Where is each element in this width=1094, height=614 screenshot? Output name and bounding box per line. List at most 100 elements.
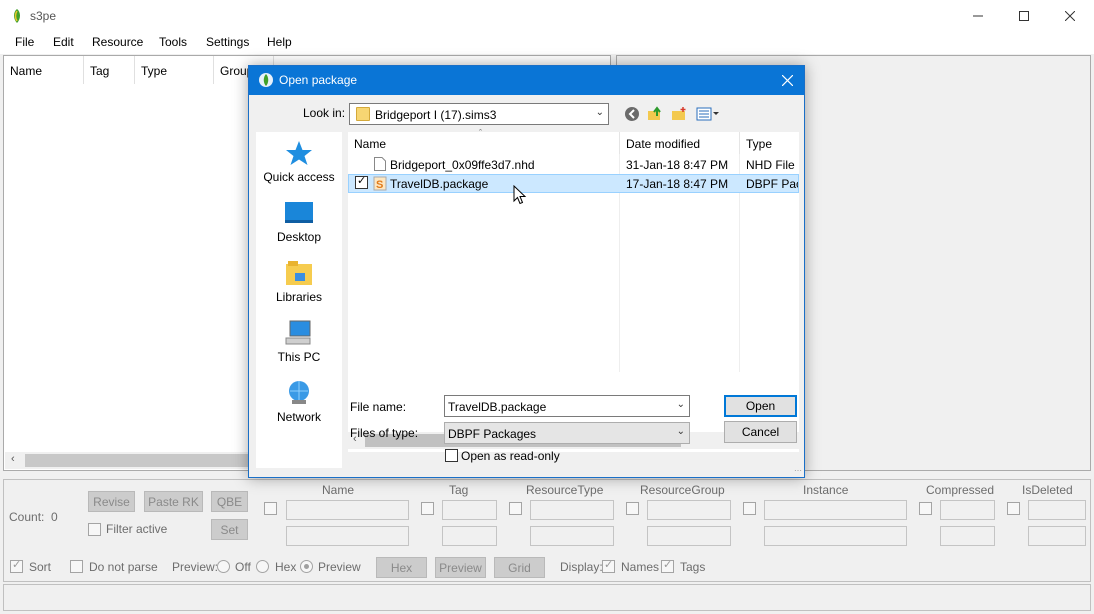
- compressed-value-input[interactable]: [940, 526, 995, 546]
- instance-filter-checkbox[interactable]: [743, 502, 756, 515]
- hex-button[interactable]: Hex: [376, 557, 427, 578]
- filter-panel: Count: 0 Revise Paste RK QBE Filter acti…: [3, 479, 1091, 582]
- file-row-selected[interactable]: S TravelDB.package 17-Jan-18 8:47 PM DBP…: [348, 174, 799, 193]
- display-tags-checkbox[interactable]: [661, 558, 674, 573]
- resourcegroup-filter-checkbox[interactable]: [626, 502, 639, 515]
- row-select-checkbox[interactable]: [355, 174, 368, 189]
- file-date: 31-Jan-18 8:47 PM: [626, 158, 729, 172]
- instance-filter-input[interactable]: [764, 500, 907, 520]
- dialog-titlebar: Open package: [249, 66, 804, 95]
- paste-rk-button[interactable]: Paste RK: [144, 491, 203, 512]
- menu-help[interactable]: Help: [267, 35, 292, 49]
- menu-resource[interactable]: Resource: [92, 35, 143, 49]
- column-header-date-modified[interactable]: Date modified: [620, 132, 740, 154]
- look-in-label: Look in:: [303, 106, 346, 120]
- close-icon: [1065, 10, 1075, 21]
- desktop-icon: [285, 202, 313, 223]
- name-filter-input[interactable]: [286, 500, 409, 520]
- display-names-checkbox[interactable]: [602, 558, 615, 573]
- isdeleted-filter-checkbox[interactable]: [1007, 502, 1020, 515]
- count-label: Count:: [9, 510, 45, 524]
- tag-filter-input[interactable]: [442, 500, 497, 520]
- resourcetype-value-input[interactable]: [530, 526, 614, 546]
- menu-edit[interactable]: Edit: [53, 35, 74, 49]
- count-value: 0: [51, 510, 58, 524]
- compressed-filter-input[interactable]: [940, 500, 995, 520]
- column-header-type[interactable]: Type: [740, 132, 799, 154]
- isdeleted-filter-input[interactable]: [1028, 500, 1086, 520]
- column-header-type[interactable]: Type: [135, 56, 214, 84]
- column-header-tag[interactable]: Tag: [84, 56, 135, 84]
- open-package-dialog: Open package Look in: Bridgeport I (17).…: [248, 65, 805, 478]
- resourcegroup-value-input[interactable]: [647, 526, 731, 546]
- name-filter-checkbox[interactable]: [264, 502, 277, 515]
- resourcegroup-filter-input[interactable]: [647, 500, 731, 520]
- do-not-parse-checkbox[interactable]: [70, 560, 83, 573]
- files-of-type-select[interactable]: DBPF Packages ⌄: [444, 422, 690, 444]
- resourcetype-filter-checkbox[interactable]: [509, 502, 522, 515]
- field-label-isdeleted: IsDeleted: [1022, 483, 1073, 497]
- isdeleted-value-input[interactable]: [1028, 526, 1086, 546]
- file-row[interactable]: Bridgeport_0x09ffe3d7.nhd 31-Jan-18 8:47…: [348, 155, 799, 174]
- resize-grip-icon[interactable]: ⋯: [794, 466, 802, 475]
- place-desktop[interactable]: Desktop: [256, 200, 342, 244]
- minimize-icon: [973, 15, 983, 16]
- place-network[interactable]: Network: [256, 380, 342, 424]
- qbe-button[interactable]: QBE: [211, 491, 248, 512]
- file-name-value: TravelDB.package: [448, 400, 547, 414]
- do-not-parse-label: Do not parse: [89, 560, 158, 574]
- chevron-down-icon: ⌄: [595, 107, 604, 118]
- maximize-button[interactable]: [1001, 0, 1047, 31]
- file-type: NHD File: [746, 158, 795, 172]
- up-folder-button[interactable]: [646, 105, 664, 123]
- tag-filter-checkbox[interactable]: [421, 502, 434, 515]
- scroll-left-icon[interactable]: ‹: [11, 453, 15, 465]
- cancel-button[interactable]: Cancel: [724, 421, 797, 443]
- preview-preview-radio[interactable]: [300, 560, 313, 573]
- place-quick-access[interactable]: Quick access: [256, 140, 342, 184]
- place-this-pc[interactable]: This PC: [256, 320, 342, 364]
- read-only-label: Open as read-only: [461, 449, 560, 463]
- compressed-filter-checkbox[interactable]: [919, 502, 932, 515]
- view-menu-button[interactable]: [695, 105, 721, 123]
- place-libraries[interactable]: Libraries: [256, 260, 342, 304]
- menu-settings[interactable]: Settings: [206, 35, 249, 49]
- preview-hex-label: Hex: [275, 560, 297, 574]
- back-button[interactable]: [623, 105, 641, 123]
- column-header-name[interactable]: Name: [348, 132, 620, 154]
- resourcetype-filter-input[interactable]: [530, 500, 614, 520]
- open-button[interactable]: Open: [724, 395, 797, 417]
- preview-button[interactable]: Preview: [435, 557, 486, 578]
- menu-tools[interactable]: Tools: [159, 35, 187, 49]
- field-label-resourcetype: ResourceType: [526, 483, 604, 497]
- mouse-cursor-icon: [513, 185, 527, 205]
- close-button[interactable]: [1047, 0, 1093, 31]
- new-folder-button[interactable]: [670, 105, 688, 123]
- column-header-name[interactable]: Name: [4, 56, 84, 84]
- place-label: Desktop: [276, 230, 322, 244]
- libraries-icon: [286, 261, 312, 285]
- field-label-name: Name: [322, 483, 355, 497]
- minimize-button[interactable]: [955, 0, 1001, 31]
- sort-checkbox[interactable]: [10, 558, 23, 573]
- preview-hex-radio[interactable]: [256, 560, 269, 573]
- dialog-title: Open package: [279, 73, 358, 87]
- filter-active-checkbox[interactable]: [88, 523, 101, 536]
- s3pe-app-icon: [14, 9, 20, 23]
- scrollbar-thumb[interactable]: [25, 454, 257, 467]
- menu-file[interactable]: File: [15, 35, 34, 49]
- back-arrow-icon: [625, 107, 639, 121]
- field-label-instance: Instance: [803, 483, 849, 497]
- instance-value-input[interactable]: [764, 526, 907, 546]
- revise-button[interactable]: Revise: [88, 491, 135, 512]
- preview-off-radio[interactable]: [217, 560, 230, 573]
- set-button[interactable]: Set: [211, 519, 248, 540]
- tag-value-input[interactable]: [442, 526, 497, 546]
- chevron-down-icon[interactable]: ⌄: [677, 399, 685, 410]
- dialog-close-button[interactable]: [770, 66, 804, 95]
- grid-button[interactable]: Grid: [494, 557, 545, 578]
- file-name-input[interactable]: TravelDB.package ⌄: [444, 395, 690, 417]
- read-only-checkbox[interactable]: [445, 449, 458, 462]
- look-in-combo[interactable]: Bridgeport I (17).sims3 ⌄: [349, 103, 609, 125]
- name-value-input[interactable]: [286, 526, 409, 546]
